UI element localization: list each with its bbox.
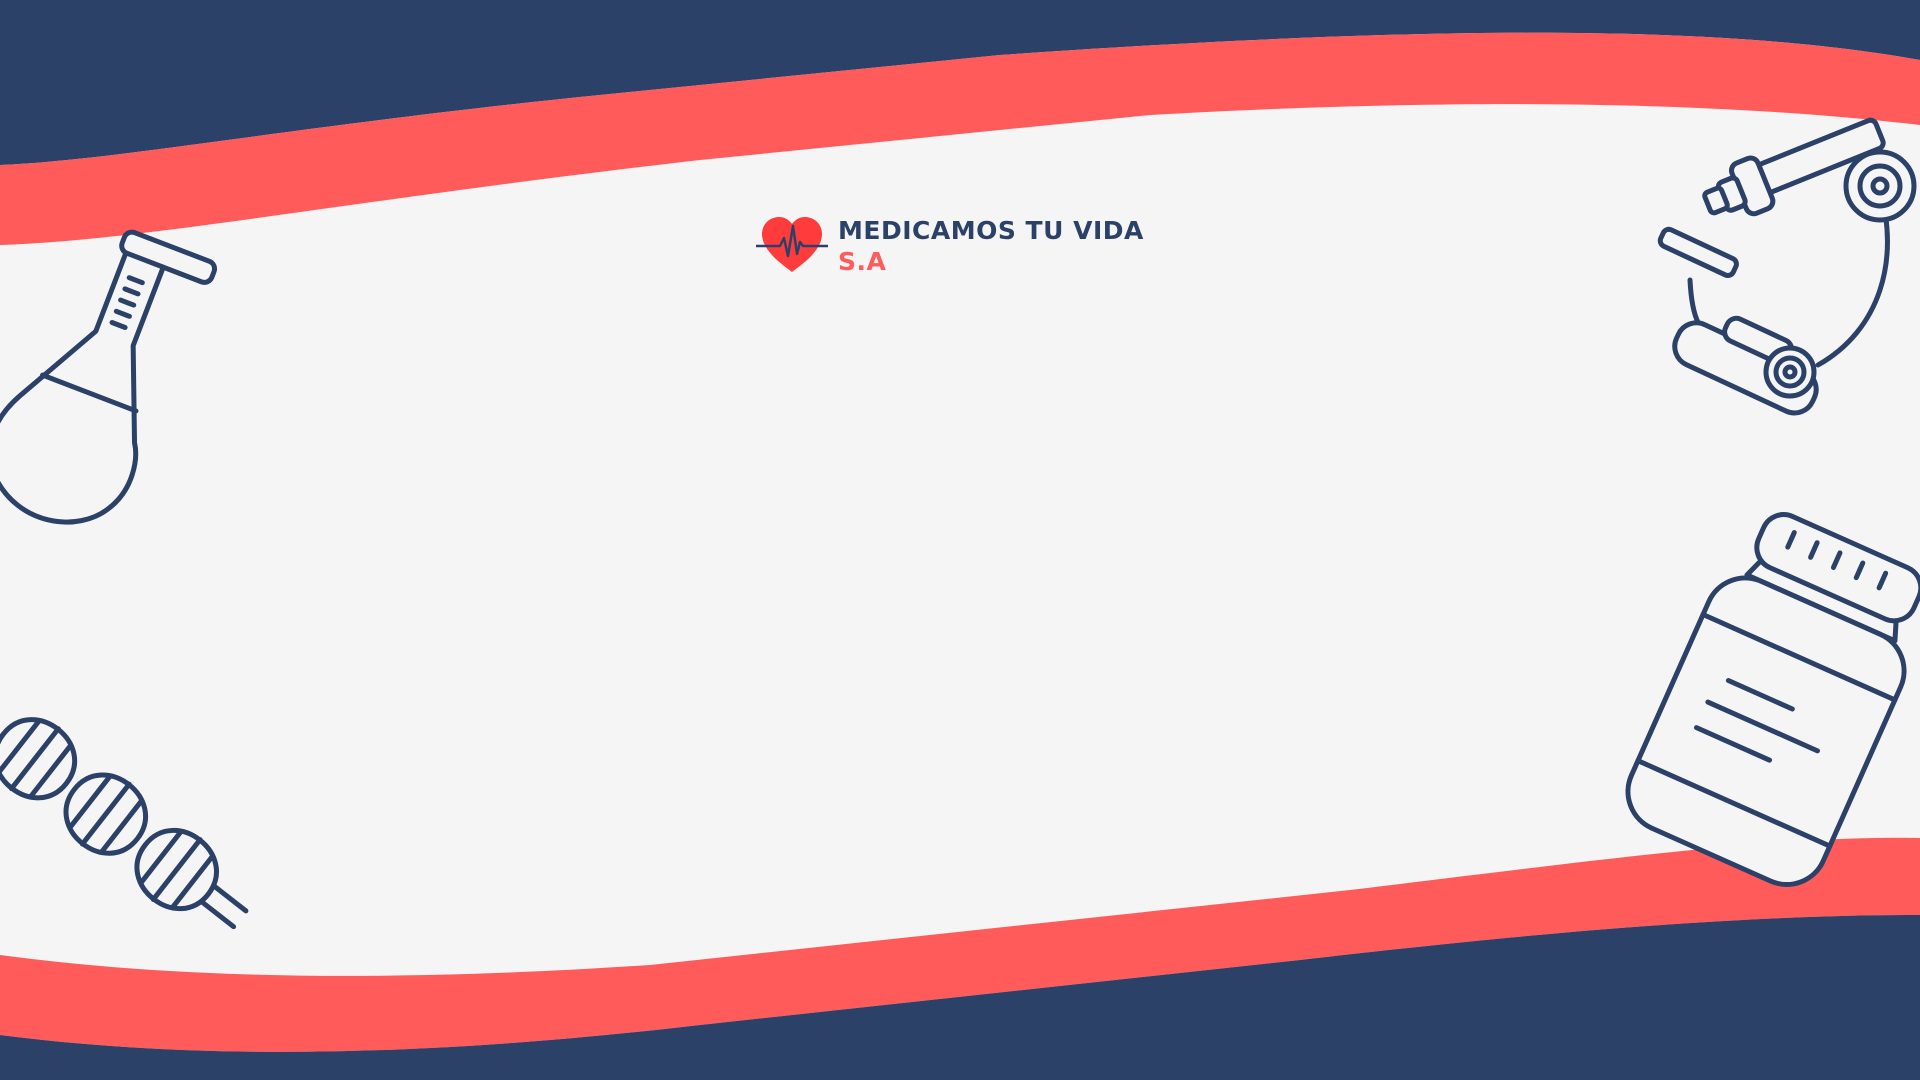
pill-bottle-icon xyxy=(1625,512,1920,887)
brand-text: MEDICAMOS TU VIDA S.A xyxy=(838,212,1144,274)
brand-suffix: S.A xyxy=(838,247,887,276)
microscope-icon xyxy=(1657,117,1917,416)
dna-icon xyxy=(0,717,249,930)
brand-logo: MEDICAMOS TU VIDA S.A xyxy=(756,212,1144,278)
heart-pulse-icon xyxy=(756,217,828,272)
brand-name: MEDICAMOS TU VIDA xyxy=(838,216,1144,245)
test-tube-icon xyxy=(0,229,218,525)
slide-canvas: MEDICAMOS TU VIDA S.A xyxy=(0,0,1920,1080)
